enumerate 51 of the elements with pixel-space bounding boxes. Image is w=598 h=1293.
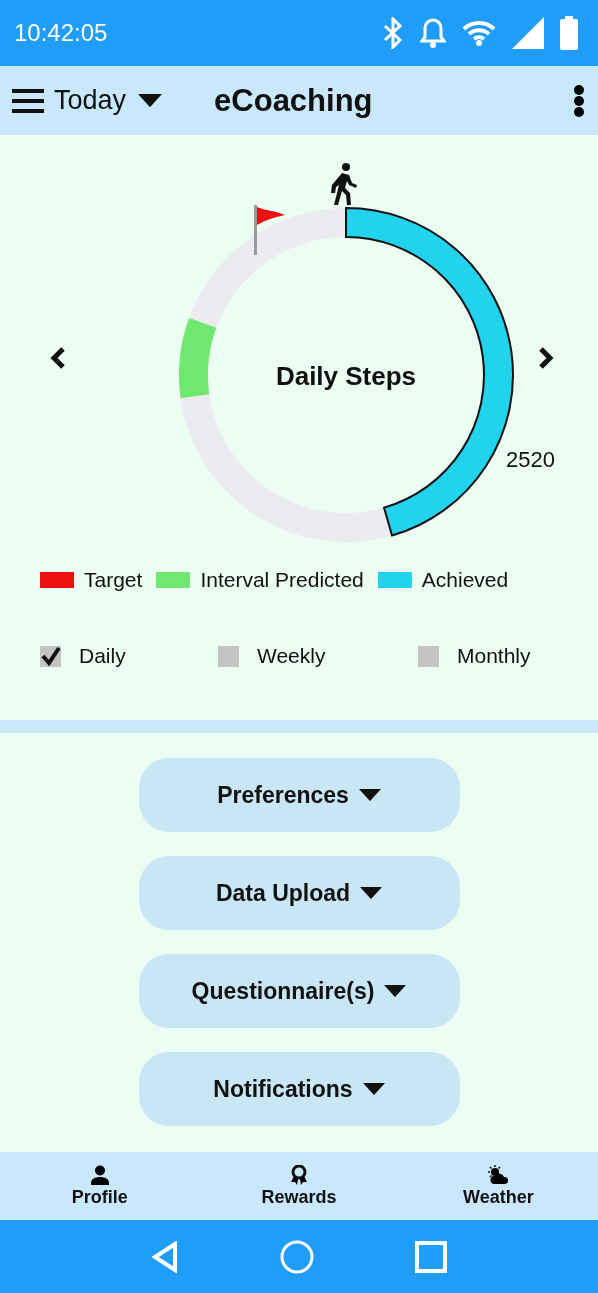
bell-icon <box>420 17 446 49</box>
dropdown-button[interactable]: Data Upload <box>138 856 460 930</box>
app-title: eCoaching <box>214 82 374 119</box>
checkbox[interactable] <box>40 645 61 667</box>
more-button[interactable] <box>572 84 586 117</box>
nav-tab[interactable]: Profile <box>0 1152 200 1220</box>
flag-icon <box>254 205 285 255</box>
legend-label: Achieved <box>421 568 509 592</box>
back-triangle-icon <box>150 1240 179 1273</box>
caret-icon <box>362 1082 385 1096</box>
dropdown-button[interactable]: Questionnaire(s) <box>138 954 460 1028</box>
chevron-left-icon <box>50 345 66 370</box>
sun-cloud-icon <box>487 1164 510 1185</box>
checkbox-label: Monthly <box>457 644 531 668</box>
previous-button[interactable] <box>50 345 66 370</box>
next-button[interactable] <box>538 345 554 370</box>
recents-square-icon <box>415 1240 448 1273</box>
ribbon-medal-icon <box>289 1164 309 1185</box>
legend-label: Target <box>84 568 143 592</box>
checkbox[interactable] <box>418 645 439 667</box>
period-dropdown[interactable]: Today <box>54 85 163 116</box>
home-button[interactable] <box>280 1239 314 1274</box>
caret-icon <box>358 788 381 802</box>
nav-tab[interactable]: Weather <box>398 1152 598 1220</box>
checkmark-icon <box>40 646 61 666</box>
menu-button[interactable] <box>12 87 44 114</box>
checkbox-label: Weekly <box>257 644 326 668</box>
wifi-icon <box>462 20 496 46</box>
walking-person-icon <box>331 163 357 205</box>
dropdown-button[interactable]: Preferences <box>138 758 460 832</box>
dropdown-button[interactable]: Notifications <box>138 1052 460 1126</box>
bluetooth-icon <box>382 17 404 49</box>
caret-icon <box>138 93 163 108</box>
person-icon <box>89 1164 110 1185</box>
battery-icon <box>560 16 578 50</box>
more-vertical-icon <box>572 84 586 117</box>
clock-time: 10:42:05 <box>14 19 108 47</box>
signal-icon <box>512 17 544 49</box>
chevron-right-icon <box>538 345 554 370</box>
back-button[interactable] <box>150 1240 179 1273</box>
nav-tab[interactable]: Rewards <box>199 1152 399 1220</box>
checkbox[interactable] <box>218 645 239 667</box>
caret-icon <box>384 984 407 998</box>
legend-label: Interval Predicted <box>200 568 364 592</box>
menu-icon <box>12 87 44 114</box>
caret-icon <box>360 886 383 900</box>
home-circle-icon <box>280 1239 314 1274</box>
checkbox-label: Daily <box>79 644 126 668</box>
recents-button[interactable] <box>415 1240 448 1273</box>
gauge-title: Daily Steps <box>275 361 417 391</box>
steps-count: 2520 <box>506 447 555 472</box>
